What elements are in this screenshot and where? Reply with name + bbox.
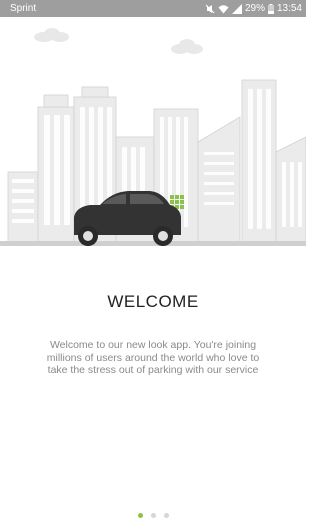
cloud-icon: [34, 28, 69, 42]
city-car-illustration: [0, 28, 306, 246]
page-dot[interactable]: [163, 513, 169, 518]
page-indicator: [0, 513, 306, 521]
wifi-icon: [218, 4, 229, 13]
page-title: WELCOME: [107, 292, 199, 311]
carrier-label: Sprint: [10, 3, 37, 14]
battery-icon: [267, 3, 274, 14]
signal-icon: [231, 3, 242, 14]
clock: 13:54: [276, 3, 302, 14]
status-bar: Sprint 29% 13:54: [0, 0, 306, 17]
welcome-description: Welcome to our new look app. You're join…: [46, 339, 260, 376]
cloud-icon: [171, 39, 203, 54]
page-dot-active[interactable]: [137, 513, 143, 518]
page-dot[interactable]: [150, 513, 156, 518]
ground: [0, 241, 306, 246]
mute-icon: [205, 4, 215, 13]
status-icons: 29% 13:54: [205, 3, 302, 14]
battery-level: 29%: [244, 3, 265, 14]
